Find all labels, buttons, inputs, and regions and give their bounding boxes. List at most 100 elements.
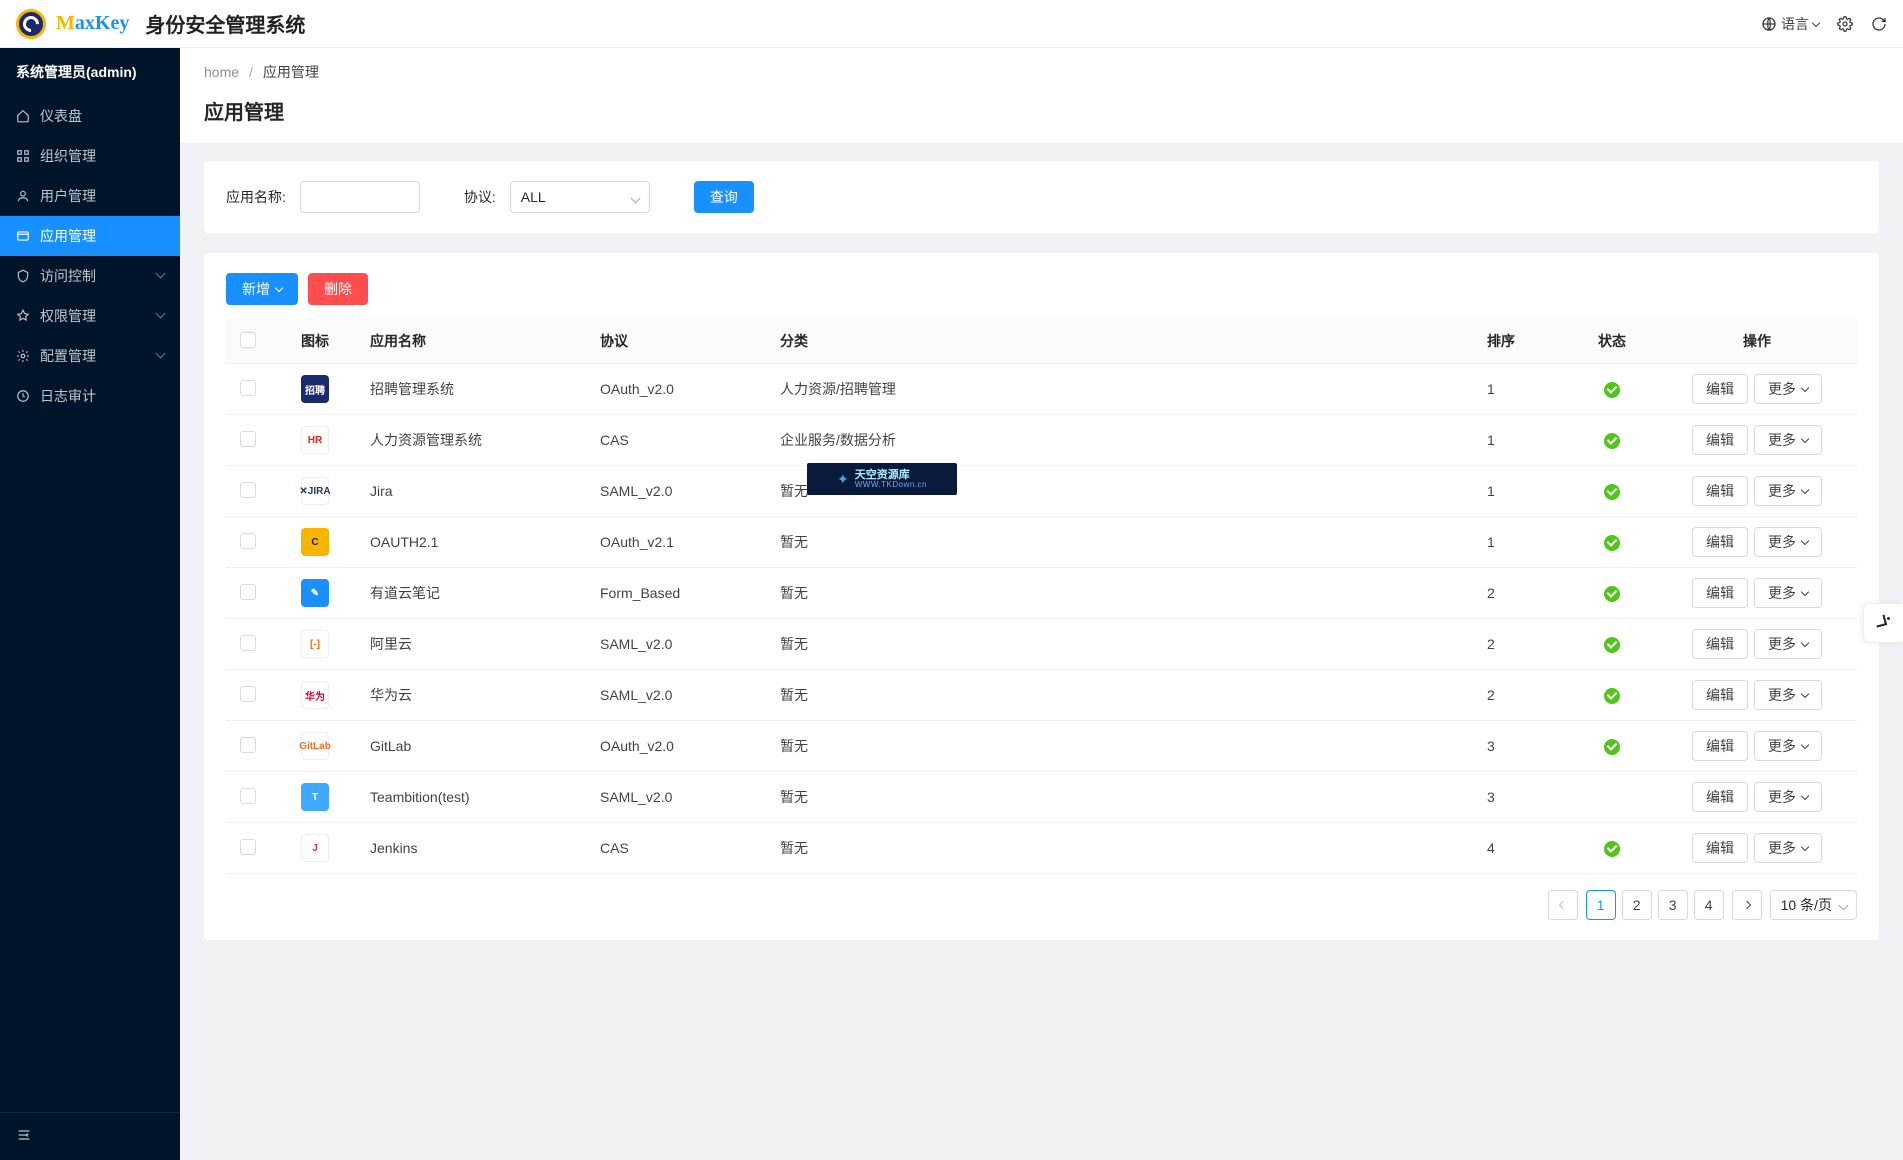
page-button-4[interactable]: 4 bbox=[1694, 890, 1724, 920]
sidebar-item-0[interactable]: 仪表盘 bbox=[0, 96, 180, 136]
app-icon: ✎ bbox=[301, 579, 329, 607]
app-icon: ✕JIRA bbox=[301, 477, 329, 505]
sidebar-item-label: 权限管理 bbox=[40, 306, 96, 326]
edit-button[interactable]: 编辑 bbox=[1692, 374, 1748, 404]
select-all-checkbox[interactable] bbox=[240, 332, 256, 348]
sidebar-item-2[interactable]: 用户管理 bbox=[0, 176, 180, 216]
page-size-select[interactable]: 10 条/页 bbox=[1770, 890, 1857, 920]
cell-protocol: OAuth_v2.1 bbox=[590, 517, 770, 568]
row-ops: 编辑更多 bbox=[1667, 782, 1847, 812]
row-checkbox[interactable] bbox=[240, 533, 256, 549]
table-row: 招聘招聘管理系统OAuth_v2.0人力资源/招聘管理1编辑更多 bbox=[226, 364, 1857, 415]
more-button[interactable]: 更多 bbox=[1754, 527, 1822, 557]
edit-button[interactable]: 编辑 bbox=[1692, 833, 1748, 863]
edit-button[interactable]: 编辑 bbox=[1692, 578, 1748, 608]
row-checkbox[interactable] bbox=[240, 431, 256, 447]
edit-button[interactable]: 编辑 bbox=[1692, 476, 1748, 506]
cell-category: 暂无 bbox=[770, 823, 1477, 874]
edit-button[interactable]: 编辑 bbox=[1692, 629, 1748, 659]
cell-protocol: CAS bbox=[590, 823, 770, 874]
cell-name: Jenkins bbox=[360, 823, 590, 874]
accessibility-fab[interactable] bbox=[1863, 603, 1903, 643]
language-dropdown[interactable]: 语言 bbox=[1761, 14, 1819, 34]
row-checkbox[interactable] bbox=[240, 380, 256, 396]
more-button[interactable]: 更多 bbox=[1754, 425, 1822, 455]
app-icon: J bbox=[301, 834, 329, 862]
more-button[interactable]: 更多 bbox=[1754, 731, 1822, 761]
edit-button[interactable]: 编辑 bbox=[1692, 731, 1748, 761]
page-prev-button[interactable] bbox=[1548, 890, 1578, 920]
app-icon: T bbox=[301, 783, 329, 811]
cell-status bbox=[1567, 721, 1657, 772]
edit-button[interactable]: 编辑 bbox=[1692, 782, 1748, 812]
table-row: HR人力资源管理系统CAS企业服务/数据分析1编辑更多 bbox=[226, 415, 1857, 466]
more-button[interactable]: 更多 bbox=[1754, 629, 1822, 659]
row-checkbox[interactable] bbox=[240, 686, 256, 702]
cell-protocol: SAML_v2.0 bbox=[590, 619, 770, 670]
add-button[interactable]: 新增 bbox=[226, 273, 298, 305]
user-icon bbox=[16, 189, 30, 203]
cell-name: 华为云 bbox=[360, 670, 590, 721]
more-button[interactable]: 更多 bbox=[1754, 782, 1822, 812]
app-icon: GitLab bbox=[301, 732, 329, 760]
app-name-input[interactable] bbox=[300, 181, 420, 213]
status-ok-icon bbox=[1604, 637, 1620, 653]
search-panel: 应用名称: 协议: ALL 查询 bbox=[204, 161, 1879, 233]
sidebar-item-label: 仪表盘 bbox=[40, 106, 82, 126]
config-icon bbox=[16, 349, 30, 363]
sidebar-item-6[interactable]: 配置管理 bbox=[0, 336, 180, 376]
chevron-down-icon bbox=[1801, 588, 1809, 596]
home-icon bbox=[16, 109, 30, 123]
page-next-button[interactable] bbox=[1732, 890, 1762, 920]
row-ops: 编辑更多 bbox=[1667, 833, 1847, 863]
row-ops: 编辑更多 bbox=[1667, 527, 1847, 557]
col-ops: 操作 bbox=[1657, 319, 1857, 364]
apps-table: 图标 应用名称 协议 分类 排序 状态 操作 招聘招聘管理系统OAuth_v2.… bbox=[226, 319, 1857, 874]
logo-area: MaxKey 身份安全管理系统 bbox=[16, 9, 305, 39]
more-button[interactable]: 更多 bbox=[1754, 374, 1822, 404]
more-button[interactable]: 更多 bbox=[1754, 680, 1822, 710]
cell-status bbox=[1567, 568, 1657, 619]
page-button-3[interactable]: 3 bbox=[1658, 890, 1688, 920]
cell-category: 暂无 bbox=[770, 619, 1477, 670]
sidebar-menu: 仪表盘组织管理用户管理应用管理访问控制权限管理配置管理日志审计 bbox=[0, 96, 180, 1112]
sidebar-collapse-button[interactable] bbox=[0, 1112, 180, 1160]
delete-button[interactable]: 删除 bbox=[308, 273, 368, 305]
status-ok-icon bbox=[1604, 841, 1620, 857]
row-checkbox[interactable] bbox=[240, 482, 256, 498]
sidebar-item-1[interactable]: 组织管理 bbox=[0, 136, 180, 176]
sidebar-item-4[interactable]: 访问控制 bbox=[0, 256, 180, 296]
sidebar-item-label: 应用管理 bbox=[40, 226, 96, 246]
refresh-button[interactable] bbox=[1871, 16, 1887, 32]
row-checkbox[interactable] bbox=[240, 635, 256, 651]
more-button[interactable]: 更多 bbox=[1754, 578, 1822, 608]
row-checkbox[interactable] bbox=[240, 584, 256, 600]
more-button[interactable]: 更多 bbox=[1754, 476, 1822, 506]
table-row: ✕JIRAJiraSAML_v2.0暂无1编辑更多 bbox=[226, 466, 1857, 517]
sidebar-item-5[interactable]: 权限管理 bbox=[0, 296, 180, 336]
sidebar-item-label: 用户管理 bbox=[40, 186, 96, 206]
more-button[interactable]: 更多 bbox=[1754, 833, 1822, 863]
page-button-2[interactable]: 2 bbox=[1622, 890, 1652, 920]
settings-button[interactable] bbox=[1837, 16, 1853, 32]
row-checkbox[interactable] bbox=[240, 737, 256, 753]
cell-protocol: CAS bbox=[590, 415, 770, 466]
row-checkbox[interactable] bbox=[240, 839, 256, 855]
edit-button[interactable]: 编辑 bbox=[1692, 680, 1748, 710]
edit-button[interactable]: 编辑 bbox=[1692, 425, 1748, 455]
chevron-down-icon bbox=[1801, 537, 1809, 545]
row-checkbox[interactable] bbox=[240, 788, 256, 804]
status-ok-icon bbox=[1604, 739, 1620, 755]
edit-button[interactable]: 编辑 bbox=[1692, 527, 1748, 557]
breadcrumb-home[interactable]: home bbox=[204, 64, 239, 80]
chevron-down-icon bbox=[1801, 741, 1809, 749]
page-button-1[interactable]: 1 bbox=[1586, 890, 1616, 920]
chevron-down-icon bbox=[1801, 435, 1809, 443]
table-row: COAUTH2.1OAuth_v2.1暂无1编辑更多 bbox=[226, 517, 1857, 568]
sidebar-item-7[interactable]: 日志审计 bbox=[0, 376, 180, 416]
current-user: 系统管理员(admin) bbox=[0, 48, 180, 96]
sidebar-item-3[interactable]: 应用管理 bbox=[0, 216, 180, 256]
protocol-select[interactable]: ALL bbox=[510, 181, 650, 213]
sidebar-item-label: 日志审计 bbox=[40, 386, 96, 406]
search-button[interactable]: 查询 bbox=[694, 181, 754, 213]
